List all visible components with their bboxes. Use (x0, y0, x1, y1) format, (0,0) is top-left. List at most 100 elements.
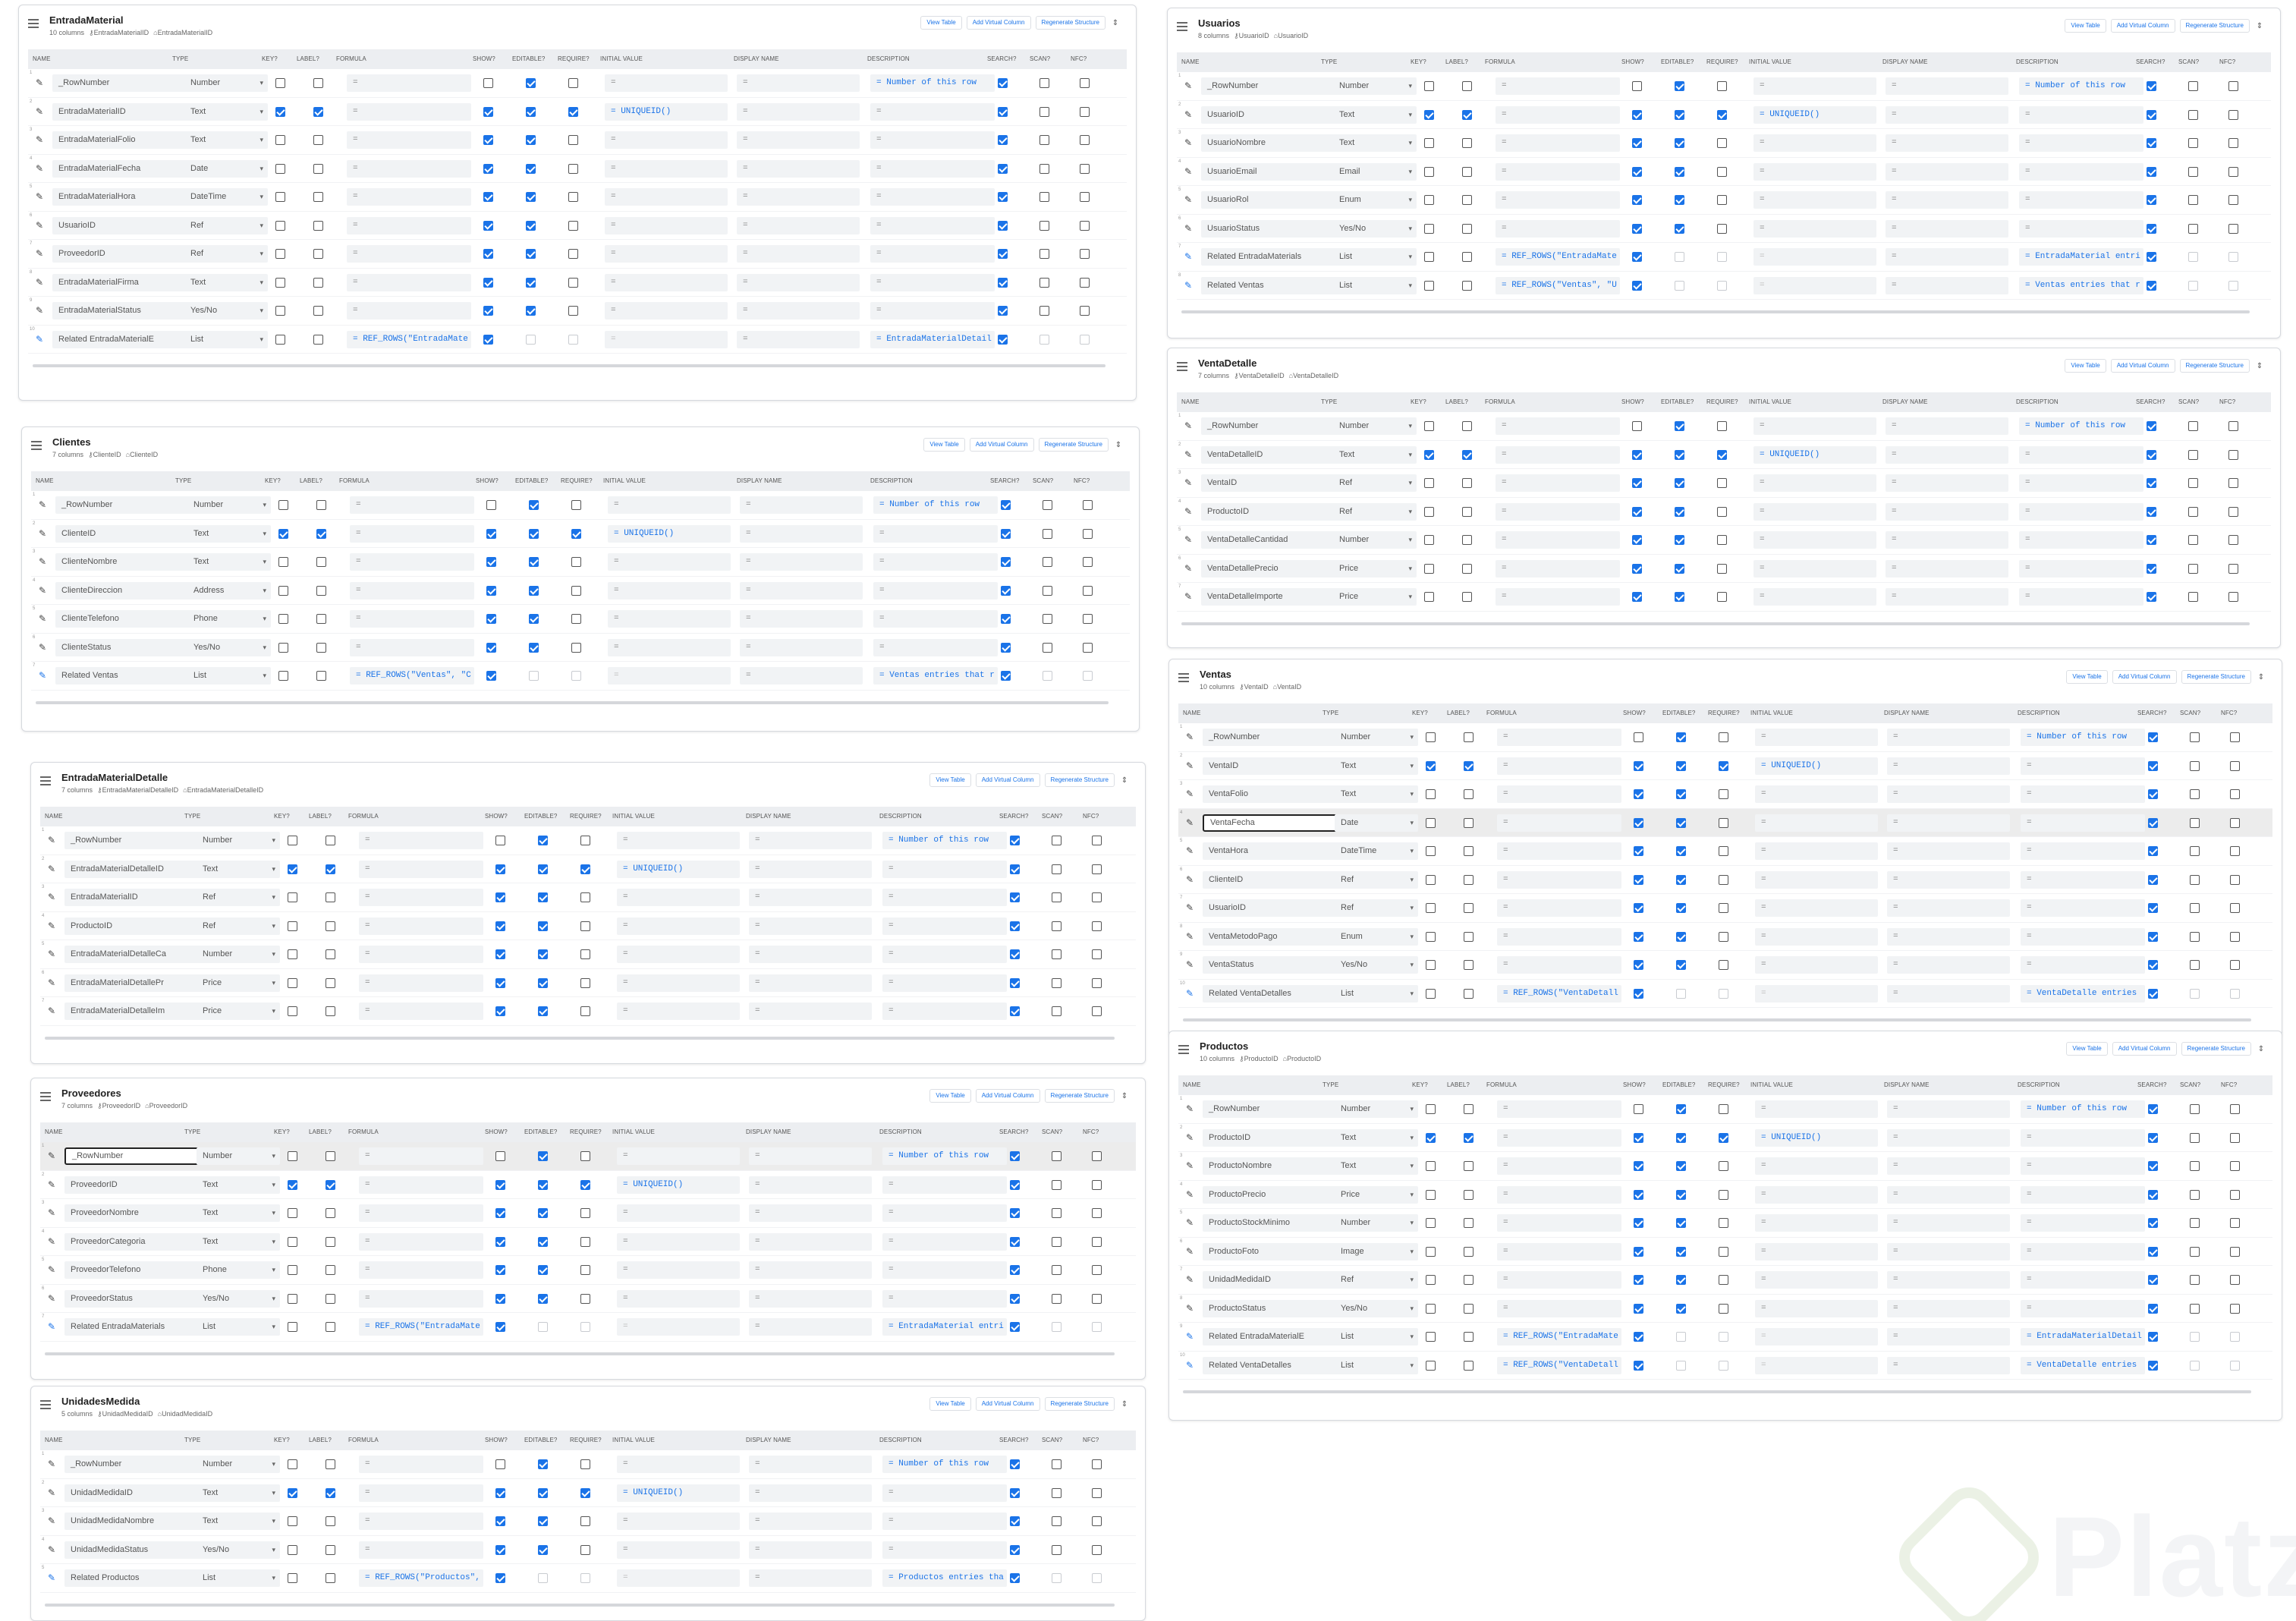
formula-input[interactable]: = (1497, 1214, 1621, 1232)
nfc-checkbox[interactable] (2230, 1360, 2240, 1371)
column-name-input[interactable]: Related Productos (64, 1569, 216, 1587)
edit-pencil-icon[interactable]: ✎ (1186, 1246, 1194, 1257)
description-input[interactable]: = (2019, 105, 2143, 124)
edit-pencil-icon[interactable]: ✎ (1184, 80, 1192, 91)
column-name-input[interactable]: ClienteStatus (55, 638, 207, 656)
formula-input[interactable]: = (359, 1147, 483, 1165)
editable-checkbox[interactable] (529, 614, 539, 624)
column-name-input[interactable]: VentaFolio (1203, 785, 1354, 803)
column-name-input[interactable]: ProductoID (1201, 502, 1353, 521)
column-name-input[interactable]: UnidadMedidaStatus (64, 1541, 216, 1559)
label-checkbox[interactable] (326, 1487, 335, 1498)
scan-checkbox[interactable] (2190, 1132, 2200, 1143)
label-checkbox[interactable] (326, 1236, 335, 1247)
search-checkbox[interactable] (2147, 81, 2156, 91)
scan-checkbox[interactable] (1039, 192, 1049, 202)
display-name-input[interactable]: = (1887, 1128, 2010, 1147)
editable-checkbox[interactable] (1676, 874, 1686, 885)
require-checkbox[interactable] (1717, 166, 1727, 177)
display-name-input[interactable]: = (1886, 502, 2008, 521)
column-type-select[interactable]: List (1335, 1356, 1418, 1374)
editable-checkbox[interactable] (1676, 732, 1686, 742)
description-input[interactable]: = (2021, 956, 2145, 974)
scan-checkbox[interactable] (2190, 789, 2200, 799)
nfc-checkbox[interactable] (2228, 592, 2238, 602)
edit-pencil-icon[interactable]: ✎ (48, 1236, 55, 1247)
initial-value-input[interactable]: = (1755, 870, 1878, 889)
edit-pencil-icon[interactable]: ✎ (1186, 959, 1194, 970)
initial-value-input[interactable]: = (1755, 1328, 1878, 1346)
column-name-input[interactable]: ProductoFoto (1203, 1242, 1354, 1261)
description-input[interactable]: = Number of this row (870, 74, 995, 92)
scan-checkbox[interactable] (2188, 280, 2198, 291)
description-input[interactable]: = Number of this row (882, 832, 1007, 849)
nfc-checkbox[interactable] (2230, 988, 2240, 999)
search-checkbox[interactable] (2148, 846, 2158, 856)
initial-value-input[interactable]: = UNIQUEID() (617, 1176, 740, 1194)
column-name-input[interactable]: _RowNumber (52, 74, 204, 92)
formula-input[interactable]: = REF_ROWS("EntradaMate (359, 1318, 483, 1336)
search-checkbox[interactable] (2147, 223, 2156, 234)
column-type-select[interactable]: List (197, 1318, 280, 1336)
initial-value-input[interactable]: = (1755, 1356, 1878, 1374)
initial-value-input[interactable]: = (617, 1003, 740, 1020)
view-table-button[interactable]: View Table (2065, 359, 2106, 373)
search-checkbox[interactable] (1010, 1322, 1020, 1332)
editable-checkbox[interactable] (1675, 280, 1684, 291)
scan-checkbox[interactable] (1039, 249, 1049, 259)
description-input[interactable]: = (882, 974, 1007, 992)
nfc-checkbox[interactable] (2228, 280, 2238, 291)
search-checkbox[interactable] (1010, 921, 1020, 931)
key-checkbox[interactable] (275, 78, 285, 88)
column-type-select[interactable]: Price (197, 974, 280, 992)
display-name-input[interactable]: = (737, 159, 860, 178)
editable-checkbox[interactable] (1676, 1132, 1686, 1143)
key-checkbox[interactable] (1426, 760, 1436, 771)
editable-checkbox[interactable] (538, 892, 548, 902)
search-checkbox[interactable] (2147, 166, 2156, 177)
description-input[interactable]: = (870, 188, 995, 206)
column-name-input[interactable]: EntradaMaterialHora (52, 188, 204, 206)
editable-checkbox[interactable] (526, 106, 536, 117)
require-checkbox[interactable] (1719, 1132, 1728, 1143)
require-checkbox[interactable] (1717, 592, 1727, 602)
nfc-checkbox[interactable] (1080, 220, 1090, 231)
column-name-input[interactable]: ProveedorCategoria (64, 1232, 216, 1251)
require-checkbox[interactable] (568, 220, 578, 231)
initial-value-input[interactable]: = (1755, 1214, 1878, 1232)
description-input[interactable]: = (882, 917, 1007, 935)
require-checkbox[interactable] (1719, 931, 1728, 942)
show-checkbox[interactable] (1634, 931, 1643, 942)
show-checkbox[interactable] (1632, 563, 1642, 574)
initial-value-input[interactable]: = (1753, 219, 1876, 238)
show-checkbox[interactable] (486, 614, 496, 624)
column-name-input[interactable]: EntradaMaterialDetalleIm (64, 1003, 216, 1020)
label-checkbox[interactable] (313, 306, 323, 316)
label-checkbox[interactable] (313, 220, 323, 231)
column-name-input[interactable]: ProveedorNombre (64, 1204, 216, 1222)
show-checkbox[interactable] (495, 1544, 505, 1555)
nfc-checkbox[interactable] (1092, 1459, 1102, 1469)
initial-value-input[interactable]: = (1755, 984, 1878, 1003)
column-type-select[interactable]: Date (184, 159, 268, 178)
column-type-select[interactable]: Ref (1333, 474, 1417, 492)
edit-pencil-icon[interactable]: ✎ (1186, 1217, 1194, 1228)
search-checkbox[interactable] (998, 249, 1008, 259)
editable-checkbox[interactable] (1676, 817, 1686, 828)
key-checkbox[interactable] (288, 949, 297, 959)
scan-checkbox[interactable] (1052, 892, 1062, 902)
initial-value-input[interactable]: = (617, 1512, 740, 1530)
require-checkbox[interactable] (580, 1459, 590, 1469)
scan-checkbox[interactable] (2188, 535, 2198, 545)
initial-value-input[interactable]: = (1753, 134, 1876, 152)
column-name-input[interactable]: _RowNumber (1201, 77, 1353, 95)
initial-value-input[interactable]: = UNIQUEID() (608, 524, 731, 543)
display-name-input[interactable]: = (737, 245, 860, 263)
editable-checkbox[interactable] (529, 528, 539, 539)
label-checkbox[interactable] (326, 892, 335, 902)
show-checkbox[interactable] (495, 892, 505, 902)
description-input[interactable]: = VentaDetalle entries (2021, 1356, 2145, 1374)
description-input[interactable]: = Ventas entries that r (873, 667, 998, 685)
editable-checkbox[interactable] (1675, 535, 1684, 545)
edit-pencil-icon[interactable]: ✎ (48, 1459, 55, 1469)
